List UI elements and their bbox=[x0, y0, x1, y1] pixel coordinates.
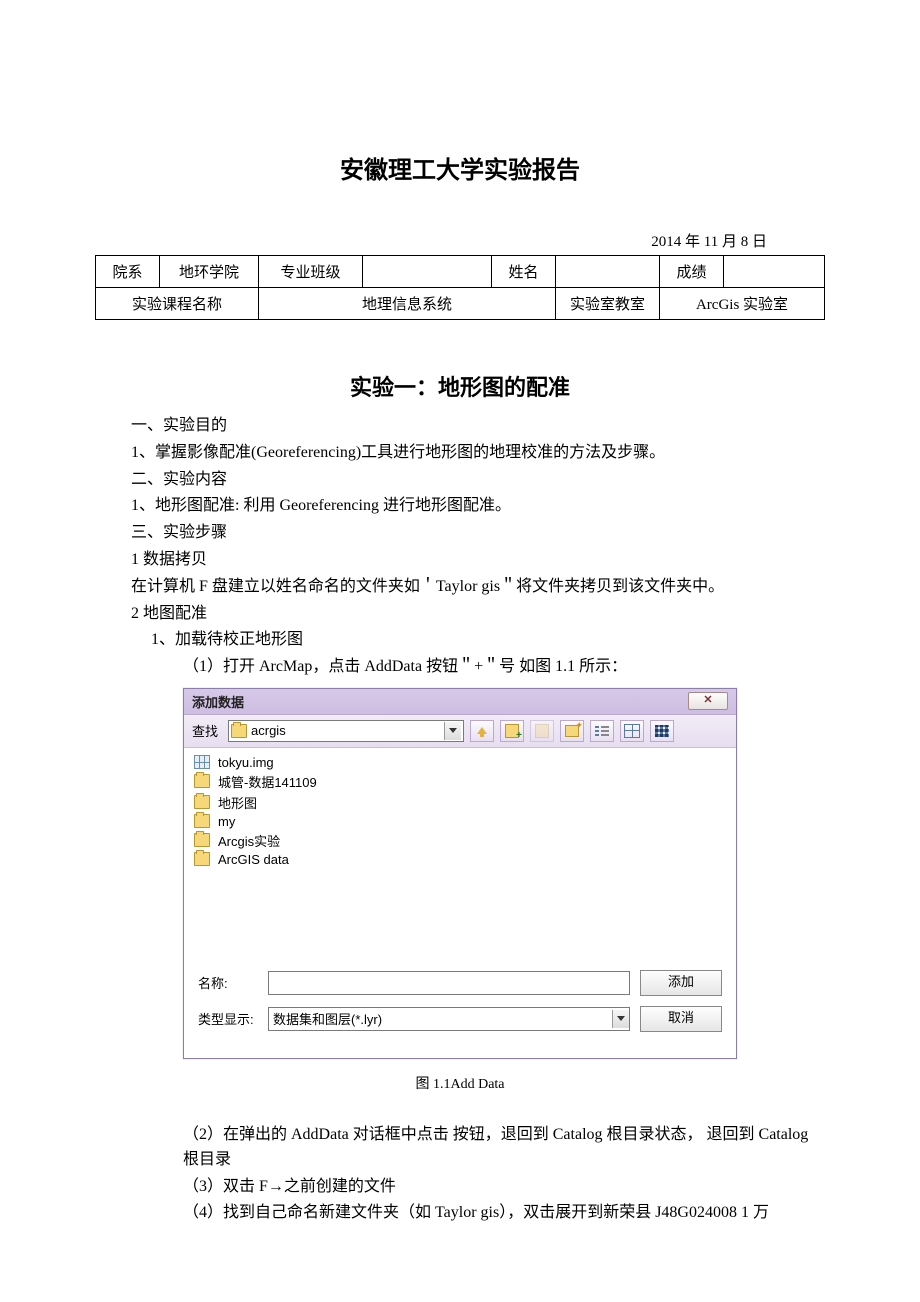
name-row: 名称: 添加 bbox=[198, 970, 722, 996]
cell-name-label: 姓名 bbox=[492, 256, 556, 288]
dialog-titlebar: 添加数据 ✕ bbox=[184, 689, 736, 715]
list-item-label: tokyu.img bbox=[218, 755, 274, 770]
connect-folder-button[interactable] bbox=[500, 720, 524, 742]
folder-icon bbox=[194, 795, 210, 809]
list-item-label: 城管-数据141109 bbox=[218, 772, 317, 791]
list-item[interactable]: my bbox=[194, 813, 726, 830]
lookin-label: 查找 bbox=[192, 721, 218, 740]
list-item[interactable]: tokyu.img bbox=[194, 754, 726, 771]
cell-course-value: 地理信息系统 bbox=[259, 288, 556, 320]
experiment-title: 实验一：地形图的配准 bbox=[95, 370, 825, 402]
list-item[interactable]: Arcgis实验 bbox=[194, 830, 726, 851]
paragraph: 1 数据拷贝 bbox=[131, 548, 825, 573]
up-one-level-button[interactable] bbox=[470, 720, 494, 742]
folder-icon bbox=[194, 774, 210, 788]
list-item-label: 地形图 bbox=[218, 793, 257, 812]
dialog-title-text: 添加数据 bbox=[192, 692, 244, 711]
dialog-bottom: 名称: 添加 类型显示: 数据集和图层(*.lyr) 取消 bbox=[184, 960, 736, 1058]
dialog-toolbar: 查找 acrgis bbox=[184, 715, 736, 748]
cell-name-value bbox=[556, 256, 660, 288]
chevron-down-icon[interactable] bbox=[444, 722, 461, 740]
section-heading: 一、实验目的 bbox=[131, 414, 825, 439]
view-thumbnails-button[interactable] bbox=[650, 720, 674, 742]
folder-icon bbox=[194, 833, 210, 847]
paragraph: （3）双击 F→之前创建的文件 bbox=[131, 1175, 825, 1200]
folder-icon bbox=[194, 814, 210, 828]
type-row: 类型显示: 数据集和图层(*.lyr) 取消 bbox=[198, 1006, 722, 1032]
raster-icon bbox=[194, 755, 210, 769]
page: 安徽理工大学实验报告 2014 年 11 月 8 日 院系 地环学院 专业班级 … bbox=[0, 0, 920, 1302]
type-combo[interactable]: 数据集和图层(*.lyr) bbox=[268, 1007, 630, 1031]
details-view-icon bbox=[624, 724, 640, 738]
table-row: 院系 地环学院 专业班级 姓名 成绩 bbox=[96, 256, 825, 288]
cell-grade-value bbox=[724, 256, 825, 288]
list-item[interactable]: ArcGIS data bbox=[194, 851, 726, 868]
cell-grade-label: 成绩 bbox=[660, 256, 724, 288]
paragraph: 1、地形图配准: 利用 Georeferencing 进行地形图配准。 bbox=[131, 494, 825, 519]
paragraph: 1、掌握影像配准(Georeferencing)工具进行地形图的地理校准的方法及… bbox=[131, 441, 825, 466]
lookin-value: acrgis bbox=[251, 723, 286, 738]
name-label: 名称: bbox=[198, 973, 258, 992]
add-button[interactable]: 添加 bbox=[640, 970, 722, 996]
cell-room-label: 实验室教室 bbox=[556, 288, 660, 320]
close-button[interactable]: ✕ bbox=[688, 692, 728, 710]
paragraph: （1）打开 ArcMap，点击 AddData 按钮＂+＂号 如图 1.1 所示… bbox=[131, 655, 825, 680]
cell-course-label: 实验课程名称 bbox=[96, 288, 259, 320]
info-table: 院系 地环学院 专业班级 姓名 成绩 实验课程名称 地理信息系统 实验室教室 A… bbox=[95, 255, 825, 320]
list-item-label: ArcGIS data bbox=[218, 852, 289, 867]
file-list[interactable]: tokyu.img 城管-数据141109 地形图 my Arcgis实验 bbox=[184, 748, 736, 960]
paragraph: 在计算机 F 盘建立以姓名命名的文件夹如＇Taylor gis＂将文件夹拷贝到该… bbox=[131, 575, 825, 600]
view-list-button[interactable] bbox=[590, 720, 614, 742]
type-value: 数据集和图层(*.lyr) bbox=[273, 1009, 382, 1028]
disconnect-folder-icon bbox=[535, 724, 549, 738]
section-heading: 三、实验步骤 bbox=[131, 521, 825, 546]
cell-dept-label: 院系 bbox=[96, 256, 160, 288]
figure-caption: 图 1.1Add Data bbox=[95, 1073, 825, 1093]
list-item-label: my bbox=[218, 814, 235, 829]
chevron-down-icon[interactable] bbox=[612, 1010, 629, 1028]
paragraph: 2 地图配准 bbox=[131, 602, 825, 627]
cell-class-label: 专业班级 bbox=[259, 256, 363, 288]
add-data-dialog: 添加数据 ✕ 查找 acrgis bbox=[183, 688, 737, 1059]
disconnect-folder-button[interactable] bbox=[530, 720, 554, 742]
name-input[interactable] bbox=[268, 971, 630, 995]
body-text: 一、实验目的 1、掌握影像配准(Georeferencing)工具进行地形图的地… bbox=[95, 414, 825, 680]
list-item[interactable]: 城管-数据141109 bbox=[194, 771, 726, 792]
list-item[interactable]: 地形图 bbox=[194, 792, 726, 813]
new-folder-icon bbox=[565, 725, 579, 737]
cancel-button[interactable]: 取消 bbox=[640, 1006, 722, 1032]
folder-icon bbox=[231, 724, 247, 738]
paragraph: （2）在弹出的 AddData 对话框中点击 按钮，退回到 Catalog 根目… bbox=[131, 1123, 825, 1173]
list-view-icon bbox=[595, 725, 609, 737]
section-heading: 二、实验内容 bbox=[131, 468, 825, 493]
cell-class-value bbox=[363, 256, 492, 288]
cell-dept-value: 地环学院 bbox=[160, 256, 259, 288]
up-arrow-icon bbox=[477, 727, 487, 734]
view-details-button[interactable] bbox=[620, 720, 644, 742]
connect-folder-icon bbox=[505, 724, 519, 738]
figure: 添加数据 ✕ 查找 acrgis bbox=[95, 688, 825, 1059]
type-label: 类型显示: bbox=[198, 1009, 258, 1028]
report-date: 2014 年 11 月 8 日 bbox=[95, 230, 825, 251]
folder-icon bbox=[194, 852, 210, 866]
cell-room-value: ArcGis 实验室 bbox=[660, 288, 825, 320]
paragraph: （4）找到自己命名新建文件夹（如 Taylor gis），双击展开到新荣县 J4… bbox=[131, 1201, 825, 1226]
thumbnails-view-icon bbox=[655, 725, 669, 737]
table-row: 实验课程名称 地理信息系统 实验室教室 ArcGis 实验室 bbox=[96, 288, 825, 320]
new-folder-button[interactable] bbox=[560, 720, 584, 742]
body-text-2: （2）在弹出的 AddData 对话框中点击 按钮，退回到 Catalog 根目… bbox=[95, 1123, 825, 1226]
list-item-label: Arcgis实验 bbox=[218, 831, 280, 850]
report-title: 安徽理工大学实验报告 bbox=[95, 150, 825, 185]
paragraph: 1、加载待校正地形图 bbox=[131, 628, 825, 653]
lookin-combo[interactable]: acrgis bbox=[228, 720, 464, 742]
